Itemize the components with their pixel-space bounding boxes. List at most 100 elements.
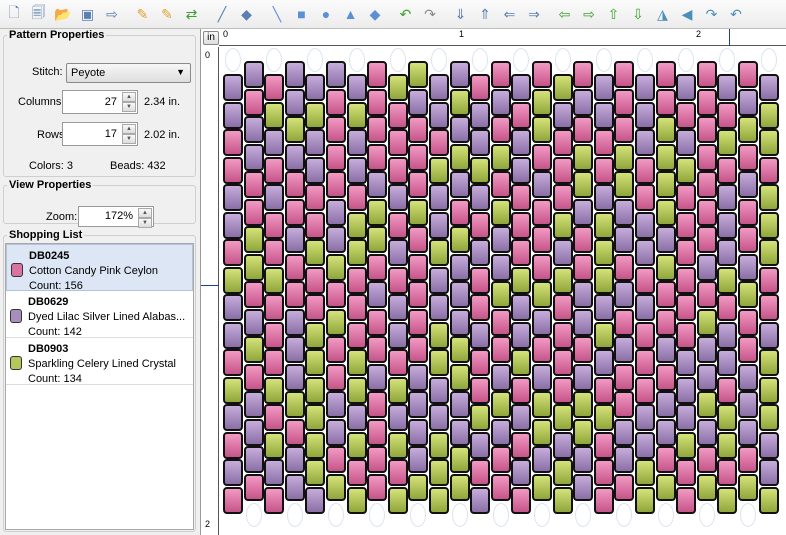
bead[interactable] [346, 74, 367, 101]
circle-icon[interactable]: ● [316, 4, 336, 24]
bead[interactable] [532, 418, 552, 446]
empty-bead-slot[interactable] [266, 48, 283, 72]
bead[interactable] [593, 184, 614, 211]
bead[interactable] [696, 391, 717, 418]
shift-right-icon[interactable]: ⇨ [579, 4, 599, 24]
bead[interactable] [387, 459, 408, 486]
bead[interactable] [429, 74, 449, 101]
bead[interactable] [676, 239, 697, 266]
bead[interactable] [696, 363, 717, 391]
bead[interactable] [552, 266, 573, 294]
bead[interactable] [449, 418, 470, 446]
empty-bead-slot[interactable] [286, 503, 303, 527]
bead[interactable] [696, 336, 717, 363]
bead[interactable] [758, 266, 779, 294]
bead[interactable] [326, 391, 346, 418]
bead[interactable] [573, 391, 594, 418]
bead[interactable] [573, 418, 594, 446]
bead[interactable] [593, 321, 614, 349]
bead[interactable] [490, 226, 511, 253]
bead[interactable] [758, 321, 779, 349]
bead[interactable] [223, 376, 243, 404]
bead[interactable] [552, 184, 573, 211]
bead[interactable] [387, 239, 408, 266]
bead[interactable] [552, 321, 573, 349]
bead[interactable] [243, 88, 264, 116]
bead[interactable] [717, 129, 738, 156]
rows-up-button[interactable]: ▲ [122, 124, 136, 134]
bead[interactable] [552, 129, 573, 156]
bead[interactable] [511, 376, 532, 404]
bead[interactable] [593, 431, 614, 459]
bead[interactable] [408, 171, 429, 198]
bead[interactable] [532, 226, 552, 253]
bead[interactable] [511, 321, 532, 349]
flip-horizontal-icon[interactable]: ◮ [653, 4, 673, 24]
fill-icon[interactable]: ◆ [237, 4, 257, 24]
bead[interactable] [284, 171, 305, 198]
bead[interactable] [387, 129, 408, 156]
bead[interactable] [676, 129, 697, 156]
bead[interactable] [490, 336, 511, 363]
bead[interactable] [470, 404, 491, 431]
bead[interactable] [305, 211, 326, 239]
bead[interactable] [429, 101, 449, 129]
bead[interactable] [243, 391, 264, 418]
bead[interactable] [408, 418, 429, 446]
bead[interactable] [408, 253, 429, 281]
empty-bead-slot[interactable] [575, 503, 592, 527]
bead[interactable] [758, 376, 779, 404]
bead[interactable] [655, 281, 676, 308]
bead[interactable] [408, 143, 429, 171]
bead[interactable] [367, 391, 388, 418]
bead[interactable] [490, 61, 511, 88]
empty-bead-slot[interactable] [225, 48, 241, 72]
bead[interactable] [284, 473, 305, 501]
bead[interactable] [532, 198, 552, 226]
bead[interactable] [346, 321, 367, 349]
list-item[interactable]: DB0629 Dyed Lilac Silver Lined Alabas... C… [6, 291, 193, 338]
bead[interactable] [326, 143, 346, 171]
empty-bead-slot[interactable] [657, 503, 674, 527]
bead[interactable] [387, 404, 408, 431]
bead[interactable] [635, 211, 655, 239]
bead[interactable] [387, 184, 408, 211]
bead[interactable] [490, 198, 511, 226]
empty-bead-slot[interactable] [678, 48, 695, 72]
bead[interactable] [655, 446, 676, 473]
bead[interactable] [717, 211, 738, 239]
bead[interactable] [284, 61, 305, 88]
bead[interactable] [367, 143, 388, 171]
bead[interactable] [676, 321, 697, 349]
zoom-stepper[interactable]: 172% ▲ ▼ [78, 206, 154, 228]
bead[interactable] [284, 363, 305, 391]
bead[interactable] [284, 226, 305, 253]
bead[interactable] [305, 459, 326, 486]
bead[interactable] [635, 376, 655, 404]
bead[interactable] [511, 486, 532, 514]
bead[interactable] [264, 101, 285, 129]
bead[interactable] [655, 61, 676, 88]
empty-bead-slot[interactable] [431, 48, 447, 72]
bead[interactable] [243, 446, 264, 473]
bead[interactable] [223, 211, 243, 239]
bead[interactable] [738, 336, 758, 363]
bead[interactable] [449, 88, 470, 116]
bead[interactable] [717, 239, 738, 266]
bead[interactable] [635, 129, 655, 156]
bead[interactable] [532, 391, 552, 418]
delete-row-icon[interactable]: ⇒ [524, 4, 544, 24]
bead[interactable] [264, 486, 285, 514]
bead[interactable] [635, 74, 655, 101]
bead[interactable] [326, 363, 346, 391]
bead[interactable] [223, 101, 243, 129]
bead[interactable] [408, 116, 429, 143]
bead[interactable] [738, 116, 758, 143]
bead[interactable] [635, 184, 655, 211]
bead[interactable] [593, 239, 614, 266]
bead[interactable] [717, 101, 738, 129]
bead[interactable] [573, 473, 594, 501]
bead[interactable] [387, 266, 408, 294]
bead[interactable] [696, 281, 717, 308]
bead[interactable] [387, 486, 408, 514]
